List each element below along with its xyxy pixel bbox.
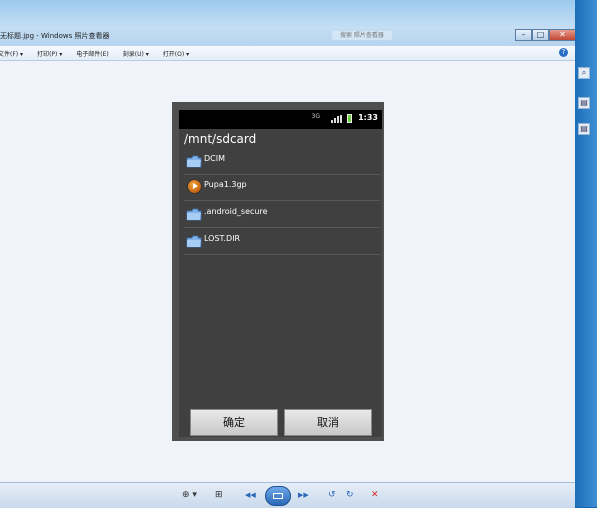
file-name: LOST.DIR xyxy=(204,234,241,243)
delete-icon[interactable]: ✕ xyxy=(371,489,379,501)
file-row-android-secure[interactable]: .android_secure xyxy=(184,202,380,228)
phone-status-bar: 3G 1:33 xyxy=(179,110,382,129)
file-row-pupa[interactable]: Pupa1.3gp xyxy=(184,175,380,201)
signal-icon xyxy=(331,115,342,123)
side-search-icon[interactable]: ⌕ xyxy=(578,67,590,79)
window-buttons: – □ ✕ xyxy=(515,29,576,41)
ok-button[interactable]: 确定 xyxy=(190,409,278,436)
network-indicator: 3G xyxy=(311,113,320,120)
rotate-clockwise-icon[interactable]: ↻ xyxy=(346,489,354,501)
file-name: .android_secure xyxy=(204,207,268,216)
maximize-button[interactable]: □ xyxy=(532,29,549,41)
title-search-box[interactable]: 搜索 照片查看器 xyxy=(332,31,392,40)
menu-print[interactable]: 打印(P) ▾ xyxy=(37,49,62,58)
menu-file[interactable]: 文件(F) ▾ xyxy=(0,49,23,58)
slideshow-button[interactable] xyxy=(265,486,291,506)
close-button[interactable]: ✕ xyxy=(549,29,576,41)
folder-icon xyxy=(186,208,202,221)
minimize-button[interactable]: – xyxy=(515,29,532,41)
zoom-icon[interactable]: ⊕ ▾ xyxy=(182,489,197,501)
help-icon[interactable]: ? xyxy=(559,48,568,57)
current-path: /mnt/sdcard xyxy=(184,132,257,146)
file-row-lost-dir[interactable]: LOST.DIR xyxy=(184,229,380,255)
media-file-icon xyxy=(187,179,202,194)
file-name: DCIM xyxy=(204,154,226,163)
file-name: Pupa1.3gp xyxy=(204,180,247,189)
previous-icon[interactable]: ◀◀ xyxy=(245,489,256,501)
side-tool-icon-2[interactable]: ▤ xyxy=(578,123,590,135)
folder-icon xyxy=(186,155,202,168)
side-tool-icon[interactable]: ▤ xyxy=(578,97,590,109)
next-icon[interactable]: ▶▶ xyxy=(298,489,309,501)
battery-icon xyxy=(347,114,352,123)
menu-open[interactable]: 打开(O) ▾ xyxy=(163,49,189,58)
menu-bar: 文件(F) ▾ 打印(P) ▾ 电子邮件(E) 刻录(U) ▾ 打开(O) ▾ xyxy=(0,46,575,61)
folder-icon xyxy=(186,235,202,248)
file-row-dcim[interactable]: DCIM xyxy=(184,149,380,175)
menu-burn[interactable]: 刻录(U) ▾ xyxy=(123,49,149,58)
rotate-counterclockwise-icon[interactable]: ↺ xyxy=(328,489,336,501)
status-time: 1:33 xyxy=(358,113,378,122)
cancel-button[interactable]: 取消 xyxy=(284,409,372,436)
menu-email[interactable]: 电子邮件(E) xyxy=(76,49,108,58)
window-title: 无标题.jpg - Windows 照片查看器 xyxy=(0,32,110,40)
actual-size-icon[interactable]: ⊞ xyxy=(215,489,223,501)
